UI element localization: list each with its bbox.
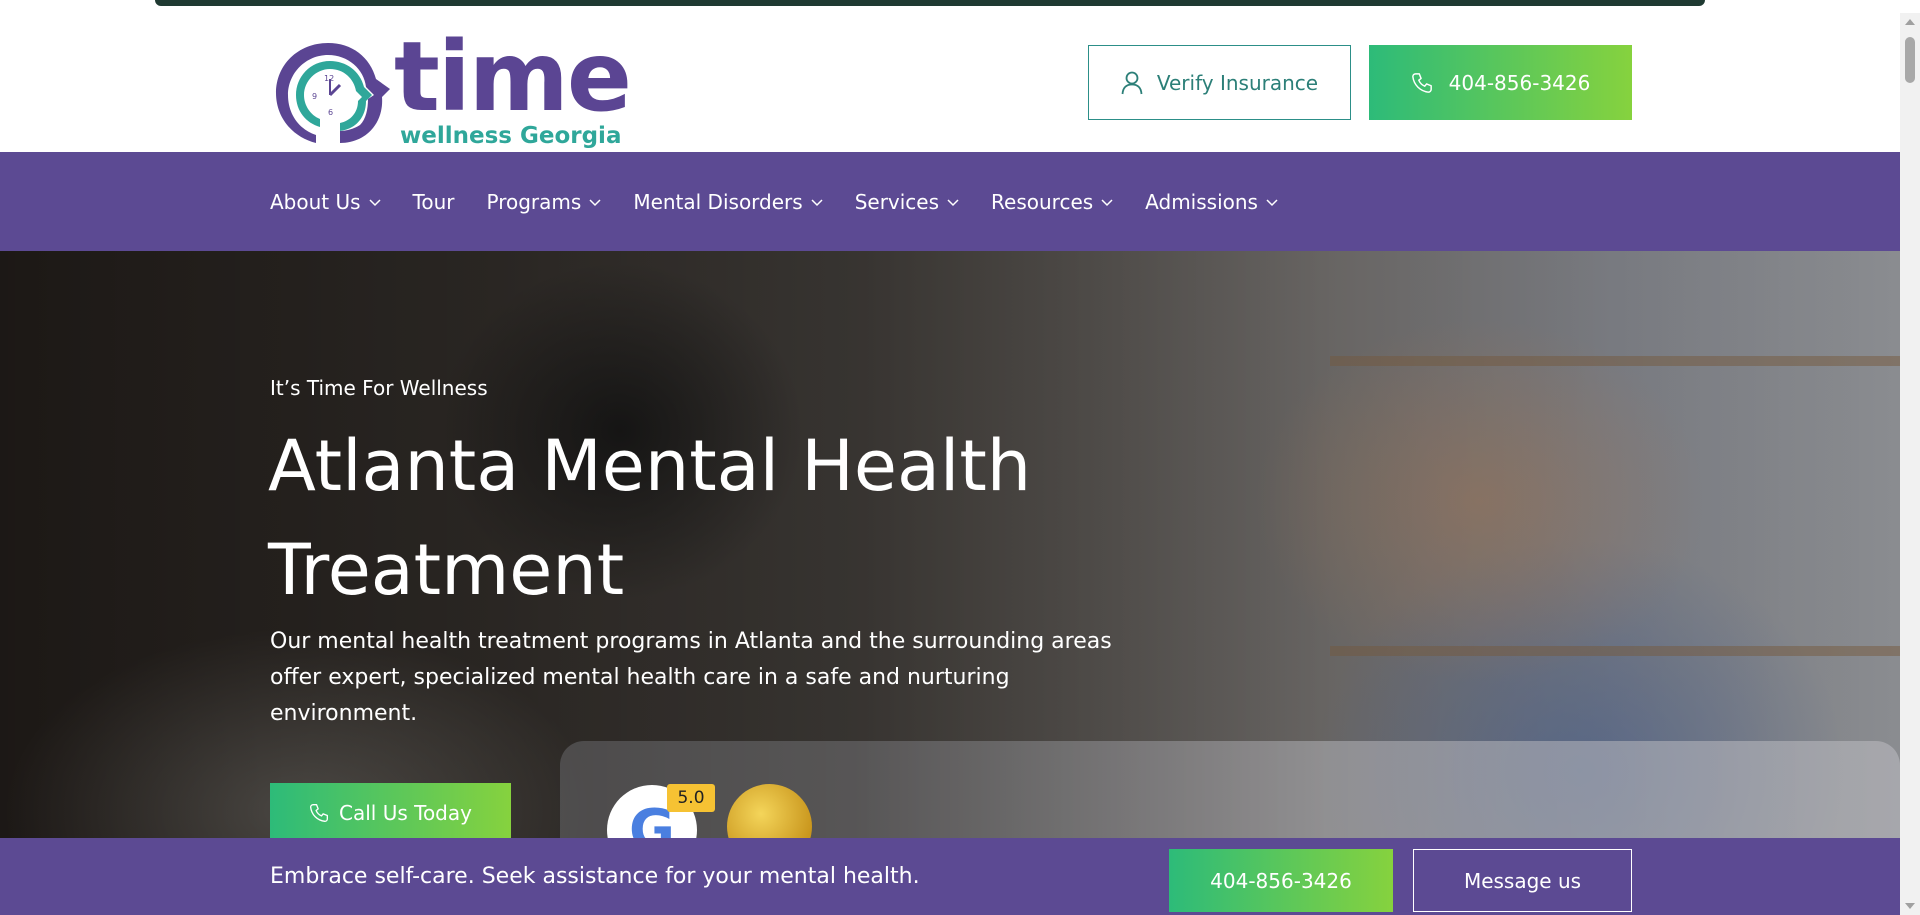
chevron-down-icon — [1101, 198, 1113, 206]
nav-item-label: Programs — [486, 189, 582, 214]
nav-item-label: About Us — [270, 189, 361, 214]
scrollbar-thumb[interactable] — [1905, 37, 1915, 83]
chevron-down-icon — [947, 198, 959, 206]
header-phone-label: 404-856-3426 — [1448, 70, 1591, 95]
logo-tagline: wellness Georgia — [400, 123, 622, 149]
chevron-down-icon — [811, 198, 823, 206]
svg-text:9: 9 — [312, 92, 317, 101]
nav-item-resources[interactable]: Resources — [991, 190, 1113, 214]
user-icon — [1121, 71, 1143, 94]
chevron-down-icon — [1266, 198, 1278, 206]
bottom-phone-button[interactable]: 404-856-3426 — [1169, 849, 1393, 912]
call-us-today-button[interactable]: Call Us Today — [270, 783, 511, 838]
browser-top-strip — [0, 0, 1920, 13]
hero-section: It’s Time For Wellness Atlanta Mental He… — [0, 251, 1900, 838]
head-clock-logo-icon: 12 9 6 — [276, 43, 390, 143]
google-rating-value: 5.0 — [667, 784, 715, 812]
main-nav: About Us Tour Programs Mental Disorders … — [0, 152, 1900, 251]
nav-item-about-us[interactable]: About Us — [270, 190, 381, 214]
hero-eyebrow: It’s Time For Wellness — [270, 376, 488, 400]
chevron-down-icon — [589, 198, 601, 206]
page-scrollbar[interactable] — [1900, 13, 1920, 915]
sticky-bottom-bar: Embrace self-care. Seek assistance for y… — [0, 838, 1900, 915]
logo-wordmark: time — [394, 21, 632, 133]
nav-item-tour[interactable]: Tour — [413, 190, 455, 214]
site-logo[interactable]: 12 9 6 time wellness Georgia — [270, 27, 632, 155]
nav-item-programs[interactable]: Programs — [487, 190, 602, 214]
nav-item-label: Services — [854, 189, 940, 214]
nav-item-label: Admissions — [1145, 189, 1258, 214]
hero-title-line2: Treatment — [268, 529, 625, 611]
header-phone-button[interactable]: 404-856-3426 — [1369, 45, 1632, 120]
chevron-down-icon — [369, 198, 381, 206]
hero-description: Our mental health treatment programs in … — [270, 629, 1112, 726]
svg-text:12: 12 — [324, 74, 334, 83]
nav-item-label: Resources — [991, 189, 1094, 214]
phone-icon — [1411, 72, 1432, 93]
hero-title-line1: Atlanta Mental Health — [268, 425, 1032, 507]
hero-title: Atlanta Mental Health Treatment — [268, 414, 1128, 622]
phone-icon — [310, 804, 329, 822]
message-us-button[interactable]: Message us — [1413, 849, 1632, 912]
svg-text:6: 6 — [328, 108, 333, 117]
call-us-today-label: Call Us Today — [339, 801, 472, 825]
nav-item-label: Mental Disorders — [633, 189, 803, 214]
nav-item-services[interactable]: Services — [855, 190, 959, 214]
nav-item-admissions[interactable]: Admissions — [1145, 190, 1278, 214]
verify-insurance-label: Verify Insurance — [1156, 70, 1319, 95]
nav-item-label: Tour — [412, 189, 455, 214]
verify-insurance-button[interactable]: Verify Insurance — [1088, 45, 1351, 120]
scroll-down-arrow-icon[interactable] — [1905, 903, 1915, 909]
bottom-bar-message: Embrace self-care. Seek assistance for y… — [270, 864, 920, 889]
nav-item-mental-disorders[interactable]: Mental Disorders — [633, 189, 823, 214]
scroll-up-arrow-icon[interactable] — [1905, 19, 1915, 25]
site-header: 12 9 6 time wellness Georgia Verify Insu… — [0, 13, 1900, 152]
browser-tab-bar — [155, 0, 1705, 6]
